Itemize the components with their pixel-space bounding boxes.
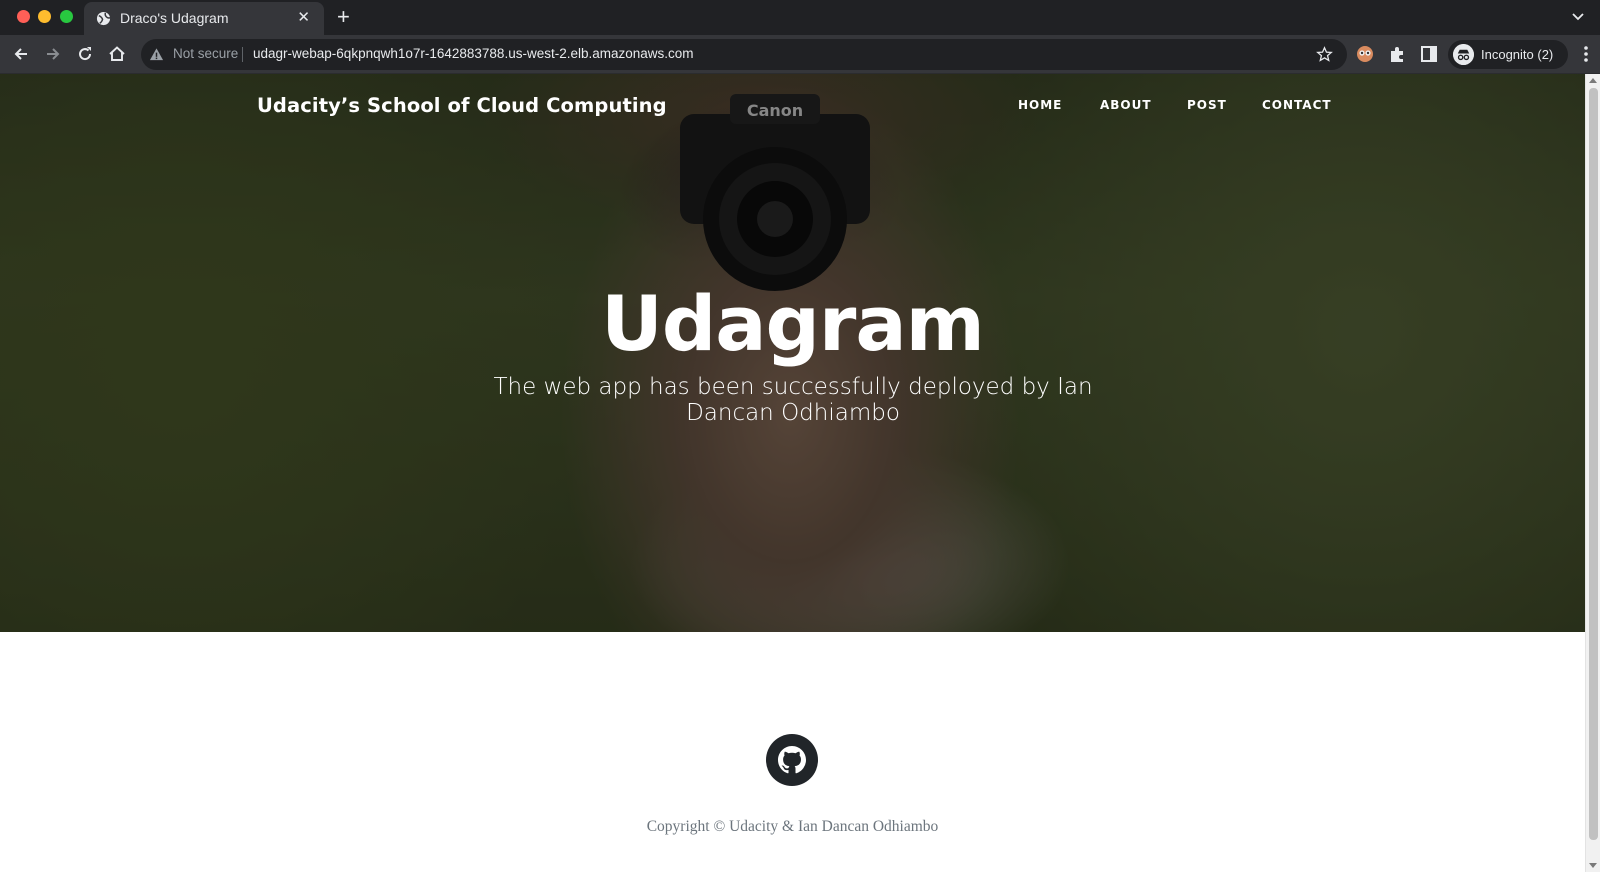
close-window-button[interactable]: [17, 10, 30, 23]
incognito-label: Incognito (2): [1481, 47, 1554, 62]
nav-about[interactable]: ABOUT: [1100, 98, 1152, 112]
scroll-up-arrow-icon[interactable]: [1589, 78, 1597, 83]
incognito-icon: [1453, 44, 1474, 65]
browser-tab[interactable]: Draco's Udagram ✕: [84, 2, 324, 35]
kebab-menu-icon[interactable]: [1576, 44, 1596, 64]
reload-icon[interactable]: [75, 44, 95, 64]
nav-home[interactable]: HOME: [1018, 98, 1062, 112]
side-panel-icon[interactable]: [1419, 44, 1439, 64]
nav-contact[interactable]: CONTACT: [1262, 98, 1332, 112]
site-brand-link[interactable]: Udacity’s School of Cloud Computing: [257, 94, 667, 117]
copyright-text: Copyright © Udacity & Ian Dancan Odhiamb…: [646, 818, 939, 835]
tab-close-icon[interactable]: ✕: [297, 9, 310, 26]
minimize-window-button[interactable]: [38, 10, 51, 23]
chevron-down-icon[interactable]: [1570, 8, 1586, 24]
puzzle-icon[interactable]: [1387, 44, 1407, 64]
page-viewport: Canon Udacity’s School of Cloud Computin…: [0, 74, 1585, 872]
forward-arrow-icon[interactable]: [43, 44, 63, 64]
bookmark-star-icon[interactable]: [1316, 46, 1333, 63]
security-label[interactable]: Not secure: [173, 46, 238, 61]
incognito-indicator[interactable]: Incognito (2): [1448, 40, 1568, 69]
warning-icon[interactable]: [149, 47, 164, 62]
home-icon[interactable]: [107, 44, 127, 64]
hero-title: Udagram: [601, 279, 985, 368]
github-link[interactable]: [766, 734, 818, 786]
page-scrollbar[interactable]: [1585, 74, 1600, 872]
scrollbar-thumb[interactable]: [1589, 88, 1598, 840]
tab-title: Draco's Udagram: [120, 10, 229, 26]
maximize-window-button[interactable]: [60, 10, 73, 23]
github-icon: [778, 746, 806, 774]
extension-icon[interactable]: [1355, 44, 1375, 64]
scroll-down-arrow-icon[interactable]: [1589, 863, 1597, 868]
address-divider: [242, 47, 243, 62]
hero-subtitle: The web app has been successfully deploy…: [493, 374, 1093, 426]
hero-banner: Canon Udacity’s School of Cloud Computin…: [0, 74, 1585, 632]
new-tab-button[interactable]: +: [337, 4, 350, 30]
address-bar[interactable]: Not secure udagr-webap-6qkpnqwh1o7r-1642…: [141, 39, 1347, 70]
browser-toolbar: Not secure udagr-webap-6qkpnqwh1o7r-1642…: [0, 35, 1600, 74]
tab-strip: Draco's Udagram ✕ +: [0, 0, 1600, 35]
url-text[interactable]: udagr-webap-6qkpnqwh1o7r-1642883788.us-w…: [253, 46, 694, 61]
globe-icon: [96, 11, 111, 26]
back-arrow-icon[interactable]: [11, 44, 31, 64]
nav-post[interactable]: POST: [1187, 98, 1227, 112]
